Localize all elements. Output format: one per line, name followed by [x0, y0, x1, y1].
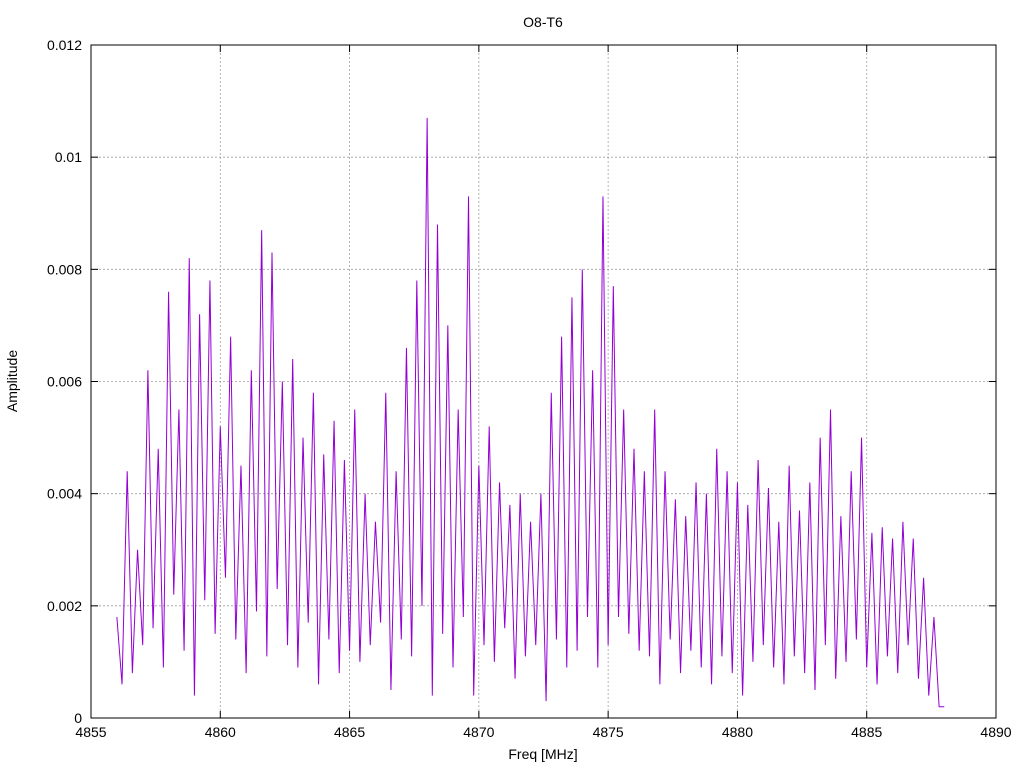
chart-title: O8-T6: [523, 14, 563, 30]
y-tick-label: 0.01: [55, 149, 82, 165]
x-tick-label: 4870: [463, 724, 494, 740]
x-tick-label: 4865: [334, 724, 365, 740]
x-tick-label: 4885: [851, 724, 882, 740]
y-tick-label: 0.004: [47, 486, 82, 502]
x-tick-label: 4875: [593, 724, 624, 740]
y-tick-label: 0: [74, 710, 82, 726]
x-tick-label: 4890: [980, 724, 1011, 740]
y-axis-label: Amplitude: [4, 350, 20, 412]
x-tick-label: 4855: [75, 724, 106, 740]
y-tick-label: 0.008: [47, 261, 82, 277]
plot-area: [116, 117, 945, 708]
y-tick-label: 0.006: [47, 374, 82, 390]
x-tick-label: 4880: [722, 724, 753, 740]
y-tick-label: 0.002: [47, 598, 82, 614]
y-tick-label: 0.012: [47, 37, 82, 53]
chart: O8-T6 Freq [MHz] Amplitude 4855 4860 4865 4…: [4, 14, 1012, 762]
series-line: [116, 117, 945, 708]
x-axis-label: Freq [MHz]: [508, 746, 577, 762]
x-tick-label: 4860: [205, 724, 236, 740]
